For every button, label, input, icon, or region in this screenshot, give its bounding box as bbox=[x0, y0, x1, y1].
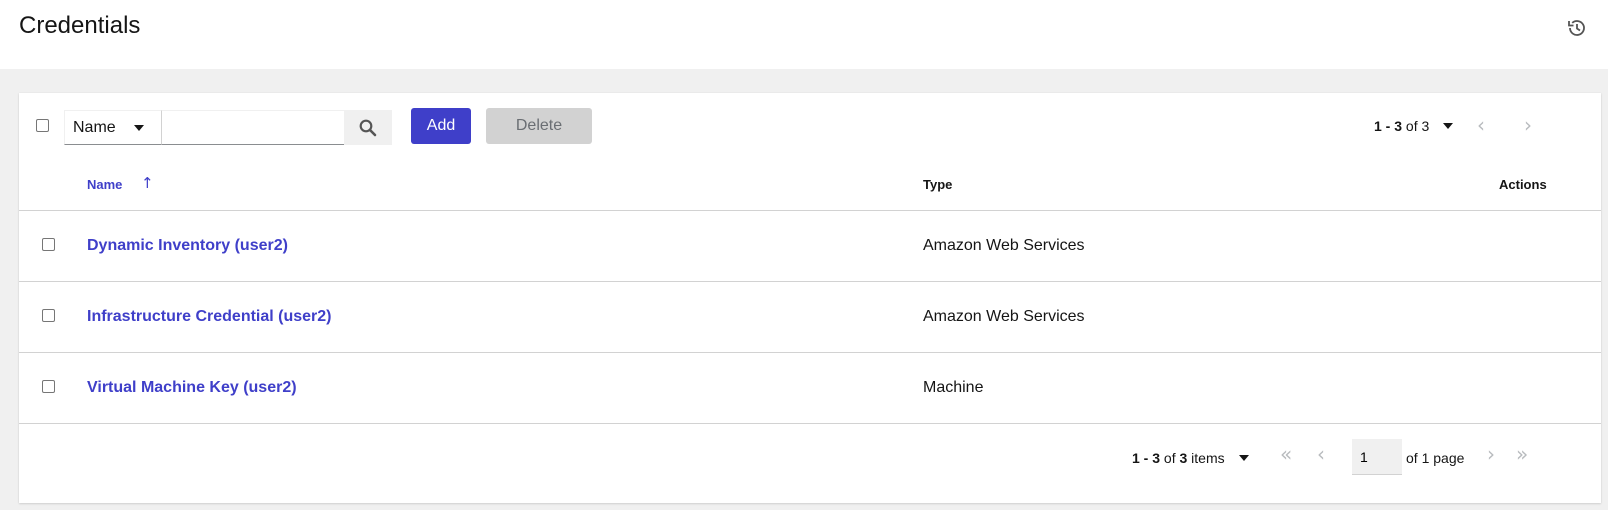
history-icon[interactable] bbox=[1566, 17, 1588, 39]
bottom-pagination-range: 1 - 3 bbox=[1132, 450, 1161, 466]
caret-down-icon bbox=[1238, 455, 1249, 461]
credential-type: Machine bbox=[923, 379, 984, 396]
first-page-icon[interactable]: « bbox=[1280, 442, 1292, 466]
add-button[interactable]: Add bbox=[411, 108, 471, 144]
chevron-right-icon[interactable]: › bbox=[1487, 442, 1495, 466]
arrow-up-icon[interactable]: ↑ bbox=[141, 174, 154, 192]
table-row: Virtual Machine Key (user2) Machine bbox=[19, 352, 1601, 423]
search-input[interactable] bbox=[162, 110, 344, 145]
page-count-label: of 1 page bbox=[1406, 450, 1465, 466]
credential-type: Amazon Web Services bbox=[923, 308, 1085, 325]
page-header: Credentials bbox=[0, 0, 1608, 69]
credential-name-link[interactable]: Dynamic Inventory (user2) bbox=[87, 237, 288, 255]
search-button[interactable] bbox=[344, 110, 392, 145]
chevron-left-icon[interactable]: ‹ bbox=[1477, 113, 1485, 137]
filter-field-select[interactable]: Name bbox=[64, 110, 162, 145]
page-number-input[interactable] bbox=[1352, 439, 1402, 475]
select-all-checkbox[interactable] bbox=[36, 119, 49, 132]
pagination-menu-toggle[interactable]: 1 - 3 of 3 bbox=[1374, 118, 1454, 134]
credential-type: Amazon Web Services bbox=[923, 237, 1085, 254]
row-checkbox[interactable] bbox=[42, 309, 55, 322]
delete-button[interactable]: Delete bbox=[486, 108, 592, 144]
pagination-of-label: of bbox=[1405, 118, 1418, 134]
chevron-right-icon[interactable]: › bbox=[1524, 113, 1532, 137]
search-icon bbox=[359, 119, 377, 137]
row-checkbox[interactable] bbox=[42, 238, 55, 251]
credential-name-link[interactable]: Virtual Machine Key (user2) bbox=[87, 379, 297, 397]
credentials-list-card: Name Add Delete 1 - 3 of 3 ‹ › Name ↑ Ty… bbox=[19, 93, 1601, 503]
page-title: Credentials bbox=[19, 12, 141, 39]
table-row: Dynamic Inventory (user2) Amazon Web Ser… bbox=[19, 210, 1601, 281]
bottom-pagination-of-label: of bbox=[1163, 450, 1176, 466]
table-divider bbox=[19, 423, 1601, 424]
row-checkbox[interactable] bbox=[42, 380, 55, 393]
last-page-icon[interactable]: » bbox=[1516, 442, 1528, 466]
pagination-total: 3 bbox=[1421, 118, 1430, 134]
column-header-name[interactable]: Name bbox=[87, 177, 122, 192]
caret-down-icon bbox=[134, 125, 144, 131]
column-header-type: Type bbox=[923, 177, 953, 192]
credential-name-link[interactable]: Infrastructure Credential (user2) bbox=[87, 308, 332, 326]
column-header-actions: Actions bbox=[1499, 177, 1547, 192]
bottom-pagination-total: 3 bbox=[1179, 450, 1188, 466]
bottom-pagination-items-label: items bbox=[1191, 450, 1225, 466]
chevron-left-icon[interactable]: ‹ bbox=[1317, 442, 1325, 466]
pagination-range: 1 - 3 bbox=[1374, 118, 1403, 134]
filter-field-label: Name bbox=[73, 119, 116, 136]
caret-down-icon bbox=[1443, 123, 1454, 129]
bottom-pagination-menu-toggle[interactable]: 1 - 3 of 3 items bbox=[1132, 450, 1249, 466]
table-row: Infrastructure Credential (user2) Amazon… bbox=[19, 281, 1601, 352]
